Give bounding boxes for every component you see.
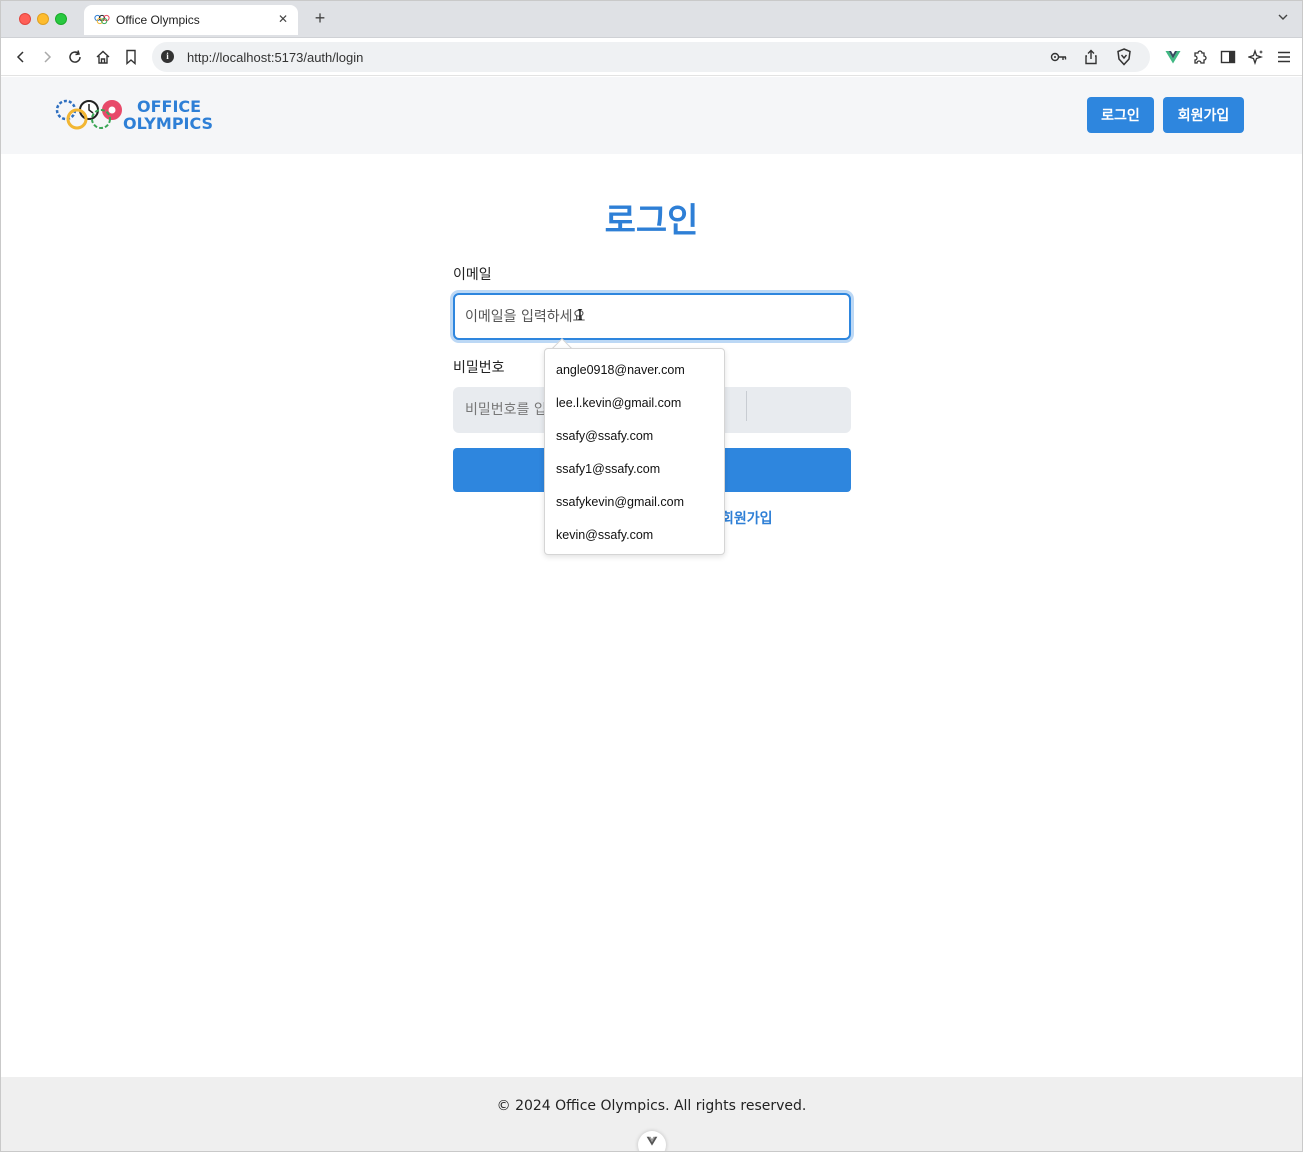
- main-menu-icon[interactable]: [1274, 47, 1294, 67]
- password-label: 비밀번호: [453, 360, 505, 376]
- olympic-rings-favicon-icon: [94, 14, 110, 25]
- minimize-window-button[interactable]: [37, 13, 49, 25]
- autofill-option[interactable]: ssafy1@ssafy.com: [556, 462, 660, 476]
- email-input[interactable]: [453, 293, 851, 340]
- browser-tab-bar: Office Olympics ✕ +: [0, 0, 1303, 38]
- brave-shield-icon[interactable]: [1115, 48, 1133, 66]
- logo-line-2: OLYMPICS: [123, 114, 214, 133]
- browser-tab-active[interactable]: Office Olympics ✕: [84, 5, 298, 35]
- logo-line-1: OFFICE: [137, 97, 202, 116]
- sidebar-toggle-icon[interactable]: [1218, 47, 1238, 67]
- browser-toolbar: i http://localhost:5173/auth/login: [0, 38, 1303, 76]
- email-label: 이메일: [453, 267, 492, 283]
- password-field-divider: [746, 391, 747, 421]
- back-icon[interactable]: [11, 47, 31, 67]
- office-olympics-logo[interactable]: OFFICE OLYMPICS: [55, 95, 215, 135]
- reload-icon[interactable]: [65, 47, 85, 67]
- new-tab-button[interactable]: +: [312, 9, 328, 27]
- chevron-down-icon[interactable]: [1277, 11, 1289, 23]
- autofill-option[interactable]: kevin@ssafy.com: [556, 528, 653, 542]
- autofill-option[interactable]: lee.l.kevin@gmail.com: [556, 396, 681, 410]
- extensions-puzzle-icon[interactable]: [1190, 47, 1210, 67]
- page-footer: © 2024 Office Olympics. All rights reser…: [0, 1077, 1303, 1152]
- home-icon[interactable]: [93, 47, 113, 67]
- url-text[interactable]: http://localhost:5173/auth/login: [187, 50, 363, 65]
- bookmark-icon[interactable]: [121, 47, 141, 67]
- window-frame: [0, 0, 1303, 1152]
- tab-close-icon[interactable]: ✕: [276, 12, 290, 26]
- signup-link[interactable]: 회원가입: [721, 508, 773, 528]
- app-header: OFFICE OLYMPICS 로그인 회원가입: [0, 77, 1303, 154]
- header-login-button[interactable]: 로그인: [1087, 97, 1154, 133]
- tab-title: Office Olympics: [116, 13, 200, 27]
- maximize-window-button[interactable]: [55, 13, 67, 25]
- header-signup-button[interactable]: 회원가입: [1163, 97, 1244, 133]
- page-title: 로그인: [604, 201, 699, 241]
- leo-ai-sparkle-icon[interactable]: [1246, 47, 1266, 67]
- share-icon[interactable]: [1082, 48, 1100, 66]
- vue-devtools-toggle-icon[interactable]: [638, 1131, 666, 1152]
- text-cursor-icon: I: [577, 306, 583, 324]
- logo-wordmark: OFFICE OLYMPICS: [123, 98, 213, 132]
- olympic-rings-logo-icon: [55, 99, 122, 130]
- site-info-icon[interactable]: i: [161, 50, 174, 63]
- autofill-option[interactable]: angle0918@naver.com: [556, 363, 685, 377]
- address-bar[interactable]: i http://localhost:5173/auth/login: [152, 42, 1150, 72]
- email-autofill-dropdown: angle0918@naver.com lee.l.kevin@gmail.co…: [544, 348, 725, 555]
- autofill-option[interactable]: ssafykevin@gmail.com: [556, 495, 684, 509]
- autofill-option[interactable]: ssafy@ssafy.com: [556, 429, 653, 443]
- close-window-button[interactable]: [19, 13, 31, 25]
- key-icon[interactable]: [1050, 48, 1068, 66]
- footer-copyright: © 2024 Office Olympics. All rights reser…: [496, 1098, 807, 1114]
- vue-devtools-icon[interactable]: [1163, 47, 1183, 67]
- forward-icon[interactable]: [37, 47, 57, 67]
